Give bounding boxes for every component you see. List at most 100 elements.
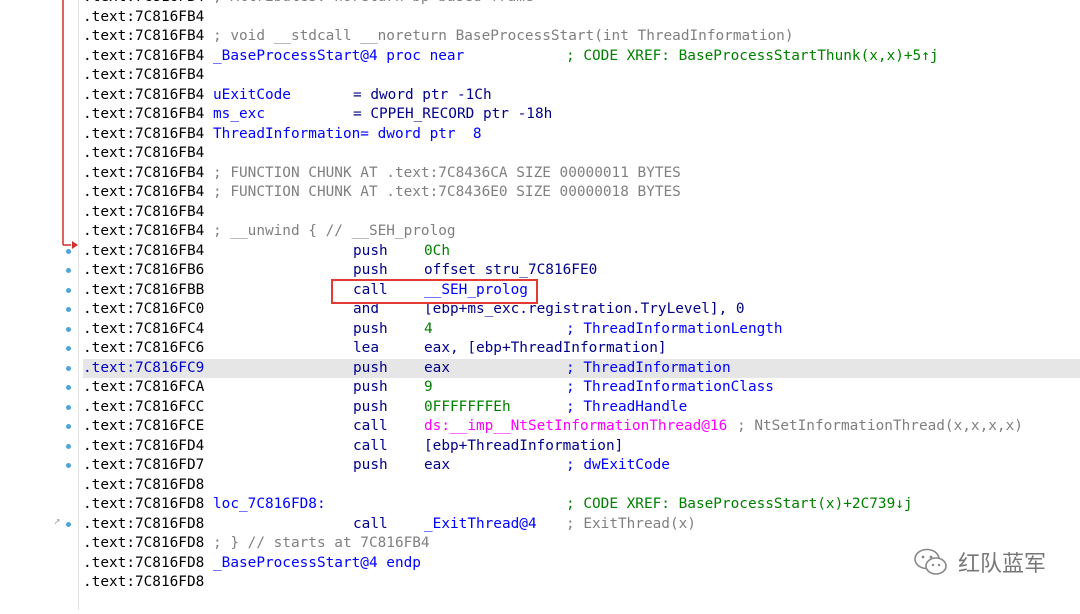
line-mnemonic: push [353, 457, 388, 473]
line-label[interactable]: _BaseProcessStart@4 endp [213, 554, 421, 574]
line-address: .text:7C816FD8 [83, 476, 205, 493]
listing-line[interactable]: .text:7C816FB4 [83, 203, 1080, 223]
listing-line[interactable]: .text:7C816FB4 [83, 66, 1080, 86]
line-right-comment: ; ThreadInformationClass [566, 379, 774, 395]
line-address: .text:7C816FCA [83, 379, 205, 395]
line-mnemonic: push [353, 320, 388, 337]
wechat-icon [914, 548, 947, 575]
listing-line[interactable]: .text:7C816FD8 call _ExitThread@4 ; ExitThr… [83, 515, 1080, 535]
line-label[interactable]: loc_7C816FD8: [213, 495, 326, 515]
listing-line[interactable]: .text:7C816FD7 push eax ; dwExitCode [83, 456, 1080, 476]
listing-line[interactable]: .text:7C816FC9 push eax ; ThreadInformation [83, 358, 1080, 379]
line-operand[interactable]: eax, [ebp+ThreadInformation] [424, 339, 667, 359]
line-right-comment: ; ThreadInformationLength [566, 320, 783, 337]
line-address: .text:7C816FC0 [83, 301, 205, 317]
line-operand[interactable]: 0Ch [424, 242, 450, 262]
listing-line[interactable]: .text:7C816FD4 call [ebp+ThreadInformation… [83, 437, 1080, 457]
listing-line[interactable]: .text:7C816FB4 ; Attributes: noreturn bp-… [83, 0, 1080, 8]
breakpoint-dot[interactable] [66, 307, 71, 312]
listing-line[interactable]: .text:7C816FB4 ms_exc = CPPEH_RECORD ptr -… [83, 105, 1080, 125]
line-address: .text:7C816FB4 [83, 242, 205, 259]
listing-line[interactable]: .text:7C816FC6 lea eax, [ebp+ThreadInforma… [83, 339, 1080, 359]
breakpoint-dot[interactable] [66, 346, 71, 351]
line-operand[interactable]: 9 [424, 378, 433, 398]
line-address: .text:7C816FB4 [83, 67, 205, 83]
breakpoint-dot[interactable] [66, 404, 71, 410]
listing-line[interactable]: .text:7C816FC0 and [ebp+ms_exc.registratio… [83, 300, 1080, 320]
line-label[interactable]: ThreadInformation= dword ptr 8 [213, 125, 482, 145]
line-mnemonic: push [353, 242, 388, 259]
line-right-comment: ; dwExitCode [566, 457, 670, 473]
listing-line[interactable]: .text:7C816FC4 push 4 ; ThreadInformationLe… [83, 320, 1080, 340]
line-address: .text:7C816FB4 [83, 184, 205, 200]
line-address: .text:7C816FB4 [83, 0, 204, 8]
disassembly-listing[interactable]: .text:7C816FB4 ; Attributes: noreturn bp-… [83, 0, 1080, 593]
line-label[interactable]: uExitCode [213, 86, 291, 106]
listing-line[interactable]: .text:7C816FCE call ds:__imp__NtSetInforma… [83, 417, 1080, 437]
listing-line[interactable]: .text:7C816FB4 uExitCode = dword ptr -1Ch [83, 86, 1080, 106]
line-comment: ; FUNCTION CHUNK AT .text:7C8436CA SIZE … [213, 164, 681, 181]
breakpoint-dot[interactable] [66, 365, 71, 371]
listing-line[interactable]: .text:7C816FB4 push 0Ch [83, 242, 1080, 262]
highlight-box [331, 279, 538, 304]
line-address: .text:7C816FB4 [83, 223, 205, 239]
line-operand[interactable]: [ebp+ThreadInformation] [424, 437, 623, 457]
breakpoint-dot[interactable] [66, 287, 71, 293]
listing-line[interactable]: .text:7C816FB4 _BaseProcessStart@4 proc n… [83, 47, 1080, 67]
line-address: .text:7C816FB4 [83, 106, 205, 122]
listing-line[interactable]: .text:7C816FB6 push offset stru_7C816FE0 [83, 261, 1080, 281]
line-mnemonic: lea [353, 340, 379, 356]
line-right-comment: ; NtSetInformationThread(x,x,x,x) [737, 418, 1023, 434]
line-address: .text:7C816FD4 [83, 437, 205, 454]
line-operand[interactable]: offset stru_7C816FE0 [424, 261, 597, 281]
xref-arrow-icon: ➚ [54, 517, 60, 528]
listing-line[interactable]: .text:7C816FCC push 0FFFFFFFEh ; ThreadHand… [83, 398, 1080, 418]
line-address: .text:7C816FB4 [83, 86, 205, 103]
line-label[interactable]: _BaseProcessStart@4 proc near [213, 47, 464, 67]
line-mnemonic: = CPPEH_RECORD ptr -18h [353, 106, 553, 122]
breakpoint-dot[interactable] [66, 326, 71, 332]
listing-line[interactable]: .text:7C816FD8 [83, 476, 1080, 496]
line-right-comment: ; ThreadInformation [566, 359, 731, 376]
listing-line[interactable]: .text:7C816FB4 ThreadInformation= dword p… [83, 125, 1080, 145]
breakpoint-dot[interactable] [66, 248, 71, 254]
line-right-comment: ; ExitThread(x) [566, 515, 696, 532]
line-comment: ; } // starts at 7C816FB4 [213, 535, 430, 551]
listing-line[interactable]: .text:7C816FD8 loc_7C816FD8: ; CODE XREF: … [83, 495, 1080, 515]
line-comment: ; Attributes: noreturn bp-based frame [213, 0, 534, 8]
watermark: 红队蓝军 [914, 546, 1046, 578]
line-operand[interactable]: 0FFFFFFFEh [424, 398, 511, 418]
line-operand[interactable]: _ExitThread@4 [424, 515, 537, 535]
line-mnemonic: call [353, 515, 388, 532]
breakpoint-dot[interactable] [66, 268, 71, 273]
line-operand[interactable]: eax [424, 456, 450, 476]
listing-line[interactable]: .text:7C816FBB call __SEH_prolog [83, 281, 1080, 301]
branch-arrow: ➚ [54, 0, 78, 528]
line-right-comment: ; CODE XREF: BaseProcessStartThunk(x,x)+… [566, 47, 939, 64]
line-mnemonic: call [353, 418, 388, 434]
line-address: .text:7C816FB4 [83, 145, 205, 161]
listing-line[interactable]: .text:7C816FB4 ; __unwind { // __SEH_prol… [83, 222, 1080, 242]
line-operand[interactable]: eax [424, 359, 450, 379]
line-mnemonic: = dword ptr -1Ch [353, 86, 492, 103]
line-address: .text:7C816FBB [83, 281, 205, 298]
breakpoint-dot[interactable] [66, 463, 71, 468]
line-address: .text:7C816FB6 [83, 262, 205, 278]
line-operand[interactable]: 4 [424, 320, 433, 340]
line-comment: ; void __stdcall __noreturn BaseProcessS… [213, 28, 794, 44]
line-address: .text:7C816FD8 [83, 535, 205, 551]
line-label[interactable]: ms_exc [213, 105, 265, 125]
breakpoint-dot[interactable] [66, 424, 71, 429]
listing-line[interactable]: .text:7C816FCA push 9 ; ThreadInformationCl… [83, 378, 1080, 398]
breakpoint-dot[interactable] [66, 521, 71, 527]
line-mnemonic: push [353, 379, 388, 395]
line-mnemonic: call [353, 437, 388, 454]
listing-line[interactable]: .text:7C816FB4 ; FUNCTION CHUNK AT .text:… [83, 164, 1080, 184]
breakpoint-dot[interactable] [66, 443, 71, 449]
listing-line[interactable]: .text:7C816FB4 ; void __stdcall __noretur… [83, 27, 1080, 47]
breakpoint-dot[interactable] [66, 385, 71, 390]
listing-line[interactable]: .text:7C816FB4 ; FUNCTION CHUNK AT .text:… [83, 183, 1080, 203]
line-operand[interactable]: ds:__imp__NtSetInformationThread@16 [424, 417, 727, 437]
listing-line[interactable]: .text:7C816FB4 [83, 144, 1080, 164]
listing-line[interactable]: .text:7C816FB4 [83, 8, 1080, 28]
